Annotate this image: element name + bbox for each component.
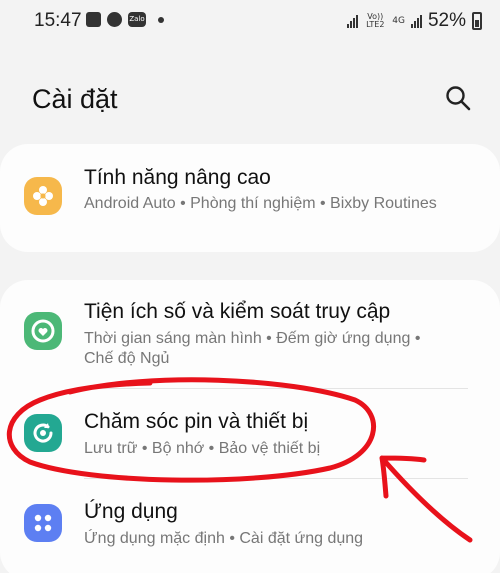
setting-subtitle: Android Auto • Phòng thí nghiệm • Bixby …: [84, 195, 437, 212]
setting-item-advanced-features[interactable]: Tính năng nâng cao Android Auto • Phòng …: [0, 144, 500, 252]
battery-percent: 52%: [427, 10, 466, 31]
zalo-icon: Zalo: [128, 12, 146, 27]
setting-item-device-care[interactable]: Chăm sóc pin và thiết bị Lưu trữ • Bộ nh…: [0, 390, 500, 476]
status-bar: 15:47 Zalo Vo)) LTE2 4G 52%: [0, 0, 500, 40]
search-icon: [446, 86, 471, 111]
search-button[interactable]: [444, 84, 472, 112]
settings-card-main: Tiện ích số và kiểm soát truy cập Thời g…: [0, 280, 500, 573]
more-notifications-dot-icon: [158, 16, 164, 23]
device-care-icon: [24, 414, 62, 452]
notification-icons: Zalo: [86, 12, 164, 27]
setting-subtitle: Lưu trữ • Bộ nhớ • Bảo vệ thiết bị: [84, 440, 321, 457]
battery-icon: [472, 12, 482, 30]
volte-label: Vo)) LTE2: [366, 12, 385, 29]
setting-title: Chăm sóc pin và thiết bị: [84, 410, 309, 433]
divider: [84, 388, 468, 389]
setting-title: Tính năng nâng cao: [84, 166, 271, 189]
divider: [84, 478, 468, 479]
signal-icon: [347, 14, 359, 28]
advanced-features-icon: [24, 177, 62, 215]
page-title: Cài đặt: [32, 84, 118, 114]
setting-title: Ứng dụng: [84, 500, 178, 523]
apps-icon: [24, 504, 62, 542]
network-label: 4G: [392, 16, 405, 26]
gallery-icon: [86, 12, 101, 27]
digital-wellbeing-icon: [24, 312, 62, 350]
status-right: Vo)) LTE2 4G 52%: [347, 10, 482, 32]
setting-subtitle: Thời gian sáng màn hình • Đếm giờ ứng dụ…: [84, 330, 421, 367]
setting-item-apps[interactable]: Ứng dụng Ứng dụng mặc định • Cài đặt ứng…: [0, 480, 500, 570]
setting-item-digital-wellbeing[interactable]: Tiện ích số và kiểm soát truy cập Thời g…: [0, 280, 500, 386]
setting-subtitle: Ứng dụng mặc định • Cài đặt ứng dụng: [84, 530, 364, 547]
messenger-icon: [107, 12, 122, 27]
signal-icon-2: [410, 14, 422, 28]
status-time: 15:47: [34, 10, 82, 31]
setting-title: Tiện ích số và kiểm soát truy cập: [84, 300, 391, 323]
settings-card-advanced: Tính năng nâng cao Android Auto • Phòng …: [0, 144, 500, 252]
